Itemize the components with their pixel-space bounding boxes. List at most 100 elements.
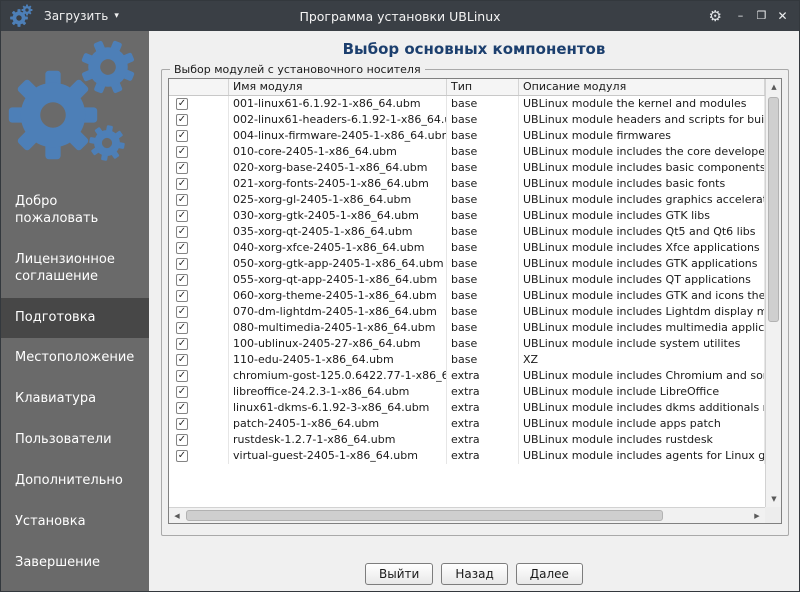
sidebar-item-location[interactable]: Местоположение: [1, 338, 149, 379]
table-row[interactable]: ✓050-xorg-gtk-app-2405-1-x86_64.ubmbaseU…: [169, 256, 765, 272]
table-row[interactable]: ✓040-xorg-xfce-2405-1-x86_64.ubmbaseUBLi…: [169, 240, 765, 256]
checkbox-checked-icon[interactable]: ✓: [176, 146, 188, 158]
module-checkbox-cell[interactable]: ✓: [169, 416, 229, 432]
module-checkbox-cell[interactable]: ✓: [169, 176, 229, 192]
table-row[interactable]: ✓chromium-gost-125.0.6422.77-1-x86_64.ub…: [169, 368, 765, 384]
checkbox-checked-icon[interactable]: ✓: [176, 450, 188, 462]
horizontal-scrollbar-thumb[interactable]: [186, 510, 663, 521]
module-checkbox-cell[interactable]: ✓: [169, 400, 229, 416]
module-checkbox-cell[interactable]: ✓: [169, 448, 229, 464]
load-button[interactable]: Загрузить ▾: [40, 7, 123, 25]
checkbox-checked-icon[interactable]: ✓: [176, 194, 188, 206]
table-row[interactable]: ✓055-xorg-qt-app-2405-1-x86_64.ubmbaseUB…: [169, 272, 765, 288]
scroll-right-icon[interactable]: ▶: [749, 508, 765, 524]
checkbox-checked-icon[interactable]: ✓: [176, 114, 188, 126]
checkbox-checked-icon[interactable]: ✓: [176, 386, 188, 398]
module-type: base: [447, 192, 519, 208]
settings-gear-icon[interactable]: ⚙: [703, 9, 728, 24]
table-row[interactable]: ✓035-xorg-qt-2405-1-x86_64.ubmbaseUBLinu…: [169, 224, 765, 240]
header-module-description[interactable]: Описание модуля: [519, 79, 765, 95]
next-button[interactable]: Далее: [516, 563, 583, 585]
module-checkbox-cell[interactable]: ✓: [169, 96, 229, 112]
scroll-down-icon[interactable]: ▼: [766, 491, 782, 507]
checkbox-checked-icon[interactable]: ✓: [176, 306, 188, 318]
checkbox-checked-icon[interactable]: ✓: [176, 178, 188, 190]
minimize-button[interactable]: –: [732, 1, 749, 31]
module-checkbox-cell[interactable]: ✓: [169, 432, 229, 448]
module-checkbox-cell[interactable]: ✓: [169, 320, 229, 336]
module-checkbox-cell[interactable]: ✓: [169, 112, 229, 128]
header-module-name[interactable]: Имя модуля: [229, 79, 447, 95]
module-description: UBLinux module includes GTK applications: [519, 256, 765, 272]
sidebar-item-welcome[interactable]: Добро пожаловать: [1, 182, 149, 240]
table-row[interactable]: ✓010-core-2405-1-x86_64.ubmbaseUBLinux m…: [169, 144, 765, 160]
checkbox-checked-icon[interactable]: ✓: [176, 418, 188, 430]
checkbox-checked-icon[interactable]: ✓: [176, 98, 188, 110]
checkbox-checked-icon[interactable]: ✓: [176, 226, 188, 238]
checkbox-checked-icon[interactable]: ✓: [176, 210, 188, 222]
checkbox-checked-icon[interactable]: ✓: [176, 242, 188, 254]
checkbox-checked-icon[interactable]: ✓: [176, 258, 188, 270]
table-row[interactable]: ✓002-linux61-headers-6.1.92-1-x86_64.ubm…: [169, 112, 765, 128]
vertical-scrollbar[interactable]: ▲ ▼: [765, 79, 781, 507]
table-row[interactable]: ✓025-xorg-gl-2405-1-x86_64.ubmbaseUBLinu…: [169, 192, 765, 208]
module-checkbox-cell[interactable]: ✓: [169, 144, 229, 160]
module-checkbox-cell[interactable]: ✓: [169, 256, 229, 272]
header-module-type[interactable]: Тип: [447, 79, 519, 95]
sidebar-item-additional[interactable]: Дополнительно: [1, 461, 149, 502]
checkbox-checked-icon[interactable]: ✓: [176, 402, 188, 414]
table-row[interactable]: ✓021-xorg-fonts-2405-1-x86_64.ubmbaseUBL…: [169, 176, 765, 192]
scroll-up-icon[interactable]: ▲: [766, 79, 782, 95]
table-row[interactable]: ✓libreoffice-24.2.3-1-x86_64.ubmextraUBL…: [169, 384, 765, 400]
module-checkbox-cell[interactable]: ✓: [169, 272, 229, 288]
table-row[interactable]: ✓030-xorg-gtk-2405-1-x86_64.ubmbaseUBLin…: [169, 208, 765, 224]
module-checkbox-cell[interactable]: ✓: [169, 368, 229, 384]
table-row[interactable]: ✓070-dm-lightdm-2405-1-x86_64.ubmbaseUBL…: [169, 304, 765, 320]
maximize-button[interactable]: ❐: [753, 1, 770, 31]
table-row[interactable]: ✓004-linux-firmware-2405-1-x86_64.ubmbas…: [169, 128, 765, 144]
close-button[interactable]: ✕: [774, 1, 791, 31]
table-row[interactable]: ✓001-linux61-6.1.92-1-x86_64.ubmbaseUBLi…: [169, 96, 765, 112]
module-checkbox-cell[interactable]: ✓: [169, 208, 229, 224]
checkbox-checked-icon[interactable]: ✓: [176, 354, 188, 366]
quit-button[interactable]: Выйти: [365, 563, 433, 585]
checkbox-checked-icon[interactable]: ✓: [176, 162, 188, 174]
module-checkbox-cell[interactable]: ✓: [169, 304, 229, 320]
module-checkbox-cell[interactable]: ✓: [169, 224, 229, 240]
checkbox-checked-icon[interactable]: ✓: [176, 370, 188, 382]
module-checkbox-cell[interactable]: ✓: [169, 240, 229, 256]
table-row[interactable]: ✓080-multimedia-2405-1-x86_64.ubmbaseUBL…: [169, 320, 765, 336]
sidebar-item-keyboard[interactable]: Клавиатура: [1, 379, 149, 420]
table-row[interactable]: ✓110-edu-2405-1-x86_64.ubmbaseXZ: [169, 352, 765, 368]
checkbox-checked-icon[interactable]: ✓: [176, 130, 188, 142]
module-checkbox-cell[interactable]: ✓: [169, 384, 229, 400]
checkbox-checked-icon[interactable]: ✓: [176, 322, 188, 334]
table-row[interactable]: ✓linux61-dkms-6.1.92-3-x86_64.ubmextraUB…: [169, 400, 765, 416]
sidebar-item-finish[interactable]: Завершение: [1, 543, 149, 584]
back-button[interactable]: Назад: [441, 563, 507, 585]
checkbox-checked-icon[interactable]: ✓: [176, 290, 188, 302]
table-row[interactable]: ✓100-ublinux-2405-27-x86_64.ubmbaseUBLin…: [169, 336, 765, 352]
horizontal-scrollbar[interactable]: ◀ ▶: [169, 507, 765, 523]
module-checkbox-cell[interactable]: ✓: [169, 336, 229, 352]
module-checkbox-cell[interactable]: ✓: [169, 192, 229, 208]
table-row[interactable]: ✓rustdesk-1.2.7-1-x86_64.ubmextraUBLinux…: [169, 432, 765, 448]
module-checkbox-cell[interactable]: ✓: [169, 160, 229, 176]
checkbox-checked-icon[interactable]: ✓: [176, 434, 188, 446]
checkbox-checked-icon[interactable]: ✓: [176, 338, 188, 350]
module-checkbox-cell[interactable]: ✓: [169, 288, 229, 304]
scroll-left-icon[interactable]: ◀: [169, 508, 185, 524]
checkbox-checked-icon[interactable]: ✓: [176, 274, 188, 286]
module-checkbox-cell[interactable]: ✓: [169, 128, 229, 144]
vertical-scrollbar-thumb[interactable]: [768, 97, 779, 322]
sidebar-item-installation[interactable]: Установка: [1, 502, 149, 543]
module-checkbox-cell[interactable]: ✓: [169, 352, 229, 368]
table-row[interactable]: ✓020-xorg-base-2405-1-x86_64.ubmbaseUBLi…: [169, 160, 765, 176]
table-row[interactable]: ✓virtual-guest-2405-1-x86_64.ubmextraUBL…: [169, 448, 765, 464]
header-checkbox-column[interactable]: [169, 79, 229, 95]
table-row[interactable]: ✓060-xorg-theme-2405-1-x86_64.ubmbaseUBL…: [169, 288, 765, 304]
table-row[interactable]: ✓patch-2405-1-x86_64.ubmextraUBLinux mod…: [169, 416, 765, 432]
sidebar-item-license[interactable]: Лицензионное соглашение: [1, 240, 149, 298]
sidebar-item-users[interactable]: Пользователи: [1, 420, 149, 461]
sidebar-item-preparation[interactable]: Подготовка: [1, 298, 149, 339]
